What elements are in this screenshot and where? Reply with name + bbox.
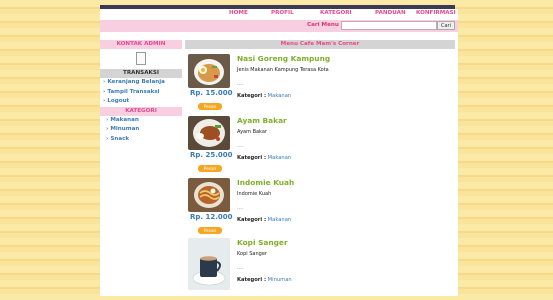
nav-konfirmasi-link[interactable]: KONFIRMASI bbox=[416, 10, 456, 16]
admin-contact-icon[interactable] bbox=[136, 52, 146, 65]
product-ellipsis: .... bbox=[237, 205, 244, 211]
nav-kategori-link[interactable]: KATEGORI bbox=[320, 10, 352, 16]
product-category: Kategori : Makanan bbox=[237, 155, 291, 161]
kategori-heading: KATEGORI bbox=[100, 106, 182, 116]
product-price: Rp. 15.000 bbox=[190, 89, 233, 97]
nav-profil-link[interactable]: PROFIL bbox=[271, 10, 294, 16]
main-nav: HOME PROFIL KATEGORI PANDUAN KONFIRMASI bbox=[100, 9, 458, 20]
product-description: Ayam Bakar bbox=[237, 129, 267, 135]
product-card: Kopi Sanger Kopi Sanger .... Kategori : … bbox=[185, 238, 455, 300]
product-category: Kategori : Makanan bbox=[237, 93, 291, 99]
sidebar-item-keranjang[interactable]: › Keranjang Belanja bbox=[100, 78, 182, 88]
product-ellipsis: .... bbox=[237, 265, 244, 271]
product-description: Kopi Sanger bbox=[237, 251, 267, 257]
product-price: Rp. 12.000 bbox=[190, 213, 233, 221]
category-label: Kategori : bbox=[237, 93, 267, 99]
nav-home-link[interactable]: HOME bbox=[229, 10, 248, 16]
product-ellipsis: .... bbox=[237, 81, 244, 87]
sidebar-item-label: Logout bbox=[107, 98, 130, 104]
sidebar-item-logout[interactable]: › Logout bbox=[100, 97, 182, 107]
category-label: Kategori : bbox=[237, 217, 267, 223]
sidebar-item-makanan[interactable]: › Makanan bbox=[100, 116, 182, 126]
search-input[interactable] bbox=[341, 21, 437, 30]
search-bar: Cari Menu Cari bbox=[100, 20, 458, 32]
order-button[interactable]: Pesan bbox=[198, 165, 222, 172]
order-button[interactable]: Pesan bbox=[198, 227, 222, 234]
product-card: Rp. 12.000 Pesan Indomie Kuah Indomie Ku… bbox=[185, 178, 455, 240]
category-link[interactable]: Makanan bbox=[268, 155, 292, 161]
arrow-icon: › bbox=[106, 126, 109, 132]
arrow-icon: › bbox=[106, 116, 109, 123]
menu-heading: Menu Cafe Mam's Corner bbox=[185, 40, 455, 49]
arrow-icon: › bbox=[103, 88, 106, 95]
product-category: Kategori : Minuman bbox=[237, 277, 292, 283]
category-link[interactable]: Minuman bbox=[268, 277, 292, 283]
nav-panduan-link[interactable]: PANDUAN bbox=[375, 10, 406, 16]
product-price: Rp. 25.000 bbox=[190, 151, 233, 159]
product-category: Kategori : Makanan bbox=[237, 217, 291, 223]
category-link[interactable]: Makanan bbox=[268, 217, 292, 223]
product-description: Indomie Kuah bbox=[237, 191, 272, 197]
sidebar-item-label: Minuman bbox=[110, 126, 140, 132]
product-name[interactable]: Nasi Goreng Kampung bbox=[237, 54, 330, 63]
product-image-indomie-kuah[interactable] bbox=[188, 178, 230, 212]
arrow-icon: › bbox=[103, 98, 106, 104]
category-link[interactable]: Makanan bbox=[268, 93, 292, 99]
sidebar-item-snack[interactable]: › Snack bbox=[100, 135, 182, 145]
sidebar-item-minuman[interactable]: › Minuman bbox=[100, 125, 182, 135]
sidebar-item-label: Tampil Transaksi bbox=[107, 88, 160, 95]
arrow-icon: › bbox=[106, 135, 109, 142]
sidebar-item-label: Snack bbox=[110, 135, 130, 142]
product-ellipsis: .... bbox=[237, 143, 244, 149]
search-button[interactable]: Cari bbox=[437, 21, 455, 30]
category-label: Kategori : bbox=[237, 277, 267, 283]
sidebar-item-label: Keranjang Belanja bbox=[107, 79, 165, 85]
product-name[interactable]: Kopi Sanger bbox=[237, 238, 288, 247]
arrow-icon: › bbox=[103, 79, 106, 85]
sidebar: KONTAK ADMIN TRANSAKSI › Keranjang Belanj… bbox=[100, 40, 182, 296]
admin-contact-heading: KONTAK ADMIN bbox=[100, 40, 182, 49]
product-card: Rp. 15.000 Pesan Nasi Goreng Kampung Jen… bbox=[185, 54, 455, 116]
product-name[interactable]: Ayam Bakar bbox=[237, 116, 287, 125]
product-image-nasi-goreng[interactable] bbox=[188, 54, 230, 88]
sidebar-item-tampil-transaksi[interactable]: › Tampil Transaksi bbox=[100, 88, 182, 98]
sidebar-item-label: Makanan bbox=[110, 116, 139, 123]
category-label: Kategori : bbox=[237, 155, 267, 161]
product-image-kopi-sanger[interactable] bbox=[188, 238, 230, 290]
menu-content: Menu Cafe Mam's Corner Rp. 15.000 Pesan … bbox=[185, 40, 458, 296]
transaksi-heading: TRANSAKSI bbox=[100, 69, 182, 78]
product-image-ayam-bakar[interactable] bbox=[188, 116, 230, 150]
product-name[interactable]: Indomie Kuah bbox=[237, 178, 294, 187]
product-description: Jenis Makanan Kampung Terasa Kota bbox=[237, 67, 329, 73]
product-card: Rp. 25.000 Pesan Ayam Bakar Ayam Bakar .… bbox=[185, 116, 455, 178]
search-label: Cari Menu bbox=[307, 22, 339, 28]
order-button[interactable]: Pesan bbox=[198, 103, 222, 110]
